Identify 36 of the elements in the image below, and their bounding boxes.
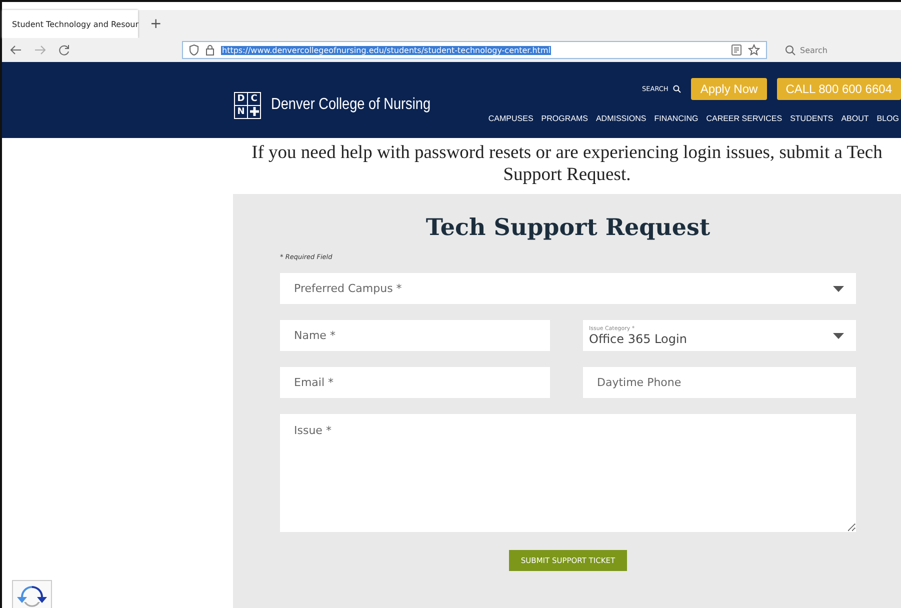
url-text: https://www.denvercollegeofnursing.edu/students/student-technology-center.html	[221, 46, 552, 54]
site-name[interactable]: Denver College of Nursing	[271, 96, 430, 114]
nav-link[interactable]: ADMISSIONS	[596, 114, 646, 122]
college-logo: D C N	[234, 92, 261, 118]
lock-icon[interactable]	[205, 44, 215, 56]
reload-icon[interactable]	[58, 44, 70, 56]
nav-link[interactable]: FINANCING	[654, 114, 698, 122]
input-field[interactable]: Daytime Phone	[583, 367, 856, 398]
nav-link[interactable]: PROGRAMS	[541, 114, 588, 122]
dropdown-caret-icon[interactable]	[833, 332, 844, 338]
back-icon[interactable]	[10, 45, 22, 55]
search-icon[interactable]	[673, 84, 682, 92]
intro-text: If you need help with password resets or are experiencing login issues, submit a Tech Support Request.	[250, 142, 884, 186]
new-tab-button[interactable]: +	[150, 16, 162, 32]
nav-link[interactable]: CAMPUSES	[488, 114, 534, 122]
reader-view-icon[interactable]	[731, 44, 742, 56]
text-area[interactable]: Issue *	[280, 414, 856, 532]
dropdown-field[interactable]: Preferred Campus *	[280, 273, 856, 304]
star-icon[interactable]	[748, 44, 760, 56]
browser-tab[interactable]: Student Technology and Resour	[2, 10, 138, 38]
form-title: Tech Support Request	[424, 214, 712, 241]
field-placeholder: Preferred Campus *	[294, 282, 402, 295]
cross-icon	[250, 107, 258, 116]
nav-link[interactable]: CAREER SERVICES	[706, 114, 782, 122]
address-bar[interactable]: https://www.denvercollegeofnursing.edu/students/student-technology-center.html	[182, 41, 767, 59]
tab-title: Student Technology and Resour	[12, 20, 139, 28]
field-value: Office 365 Login	[589, 332, 687, 346]
input-field[interactable]: Name *	[280, 320, 550, 351]
dropdown-caret-icon[interactable]	[833, 286, 844, 292]
nav-link[interactable]: BLOG	[876, 114, 899, 122]
nav-link[interactable]: ABOUT	[841, 114, 869, 122]
search-field[interactable]: Search	[800, 41, 901, 59]
recaptcha-icon[interactable]	[12, 580, 52, 608]
nav-link[interactable]: STUDENTS	[790, 114, 834, 122]
input-field[interactable]: Email *	[280, 367, 550, 398]
shield-icon[interactable]	[189, 44, 199, 56]
